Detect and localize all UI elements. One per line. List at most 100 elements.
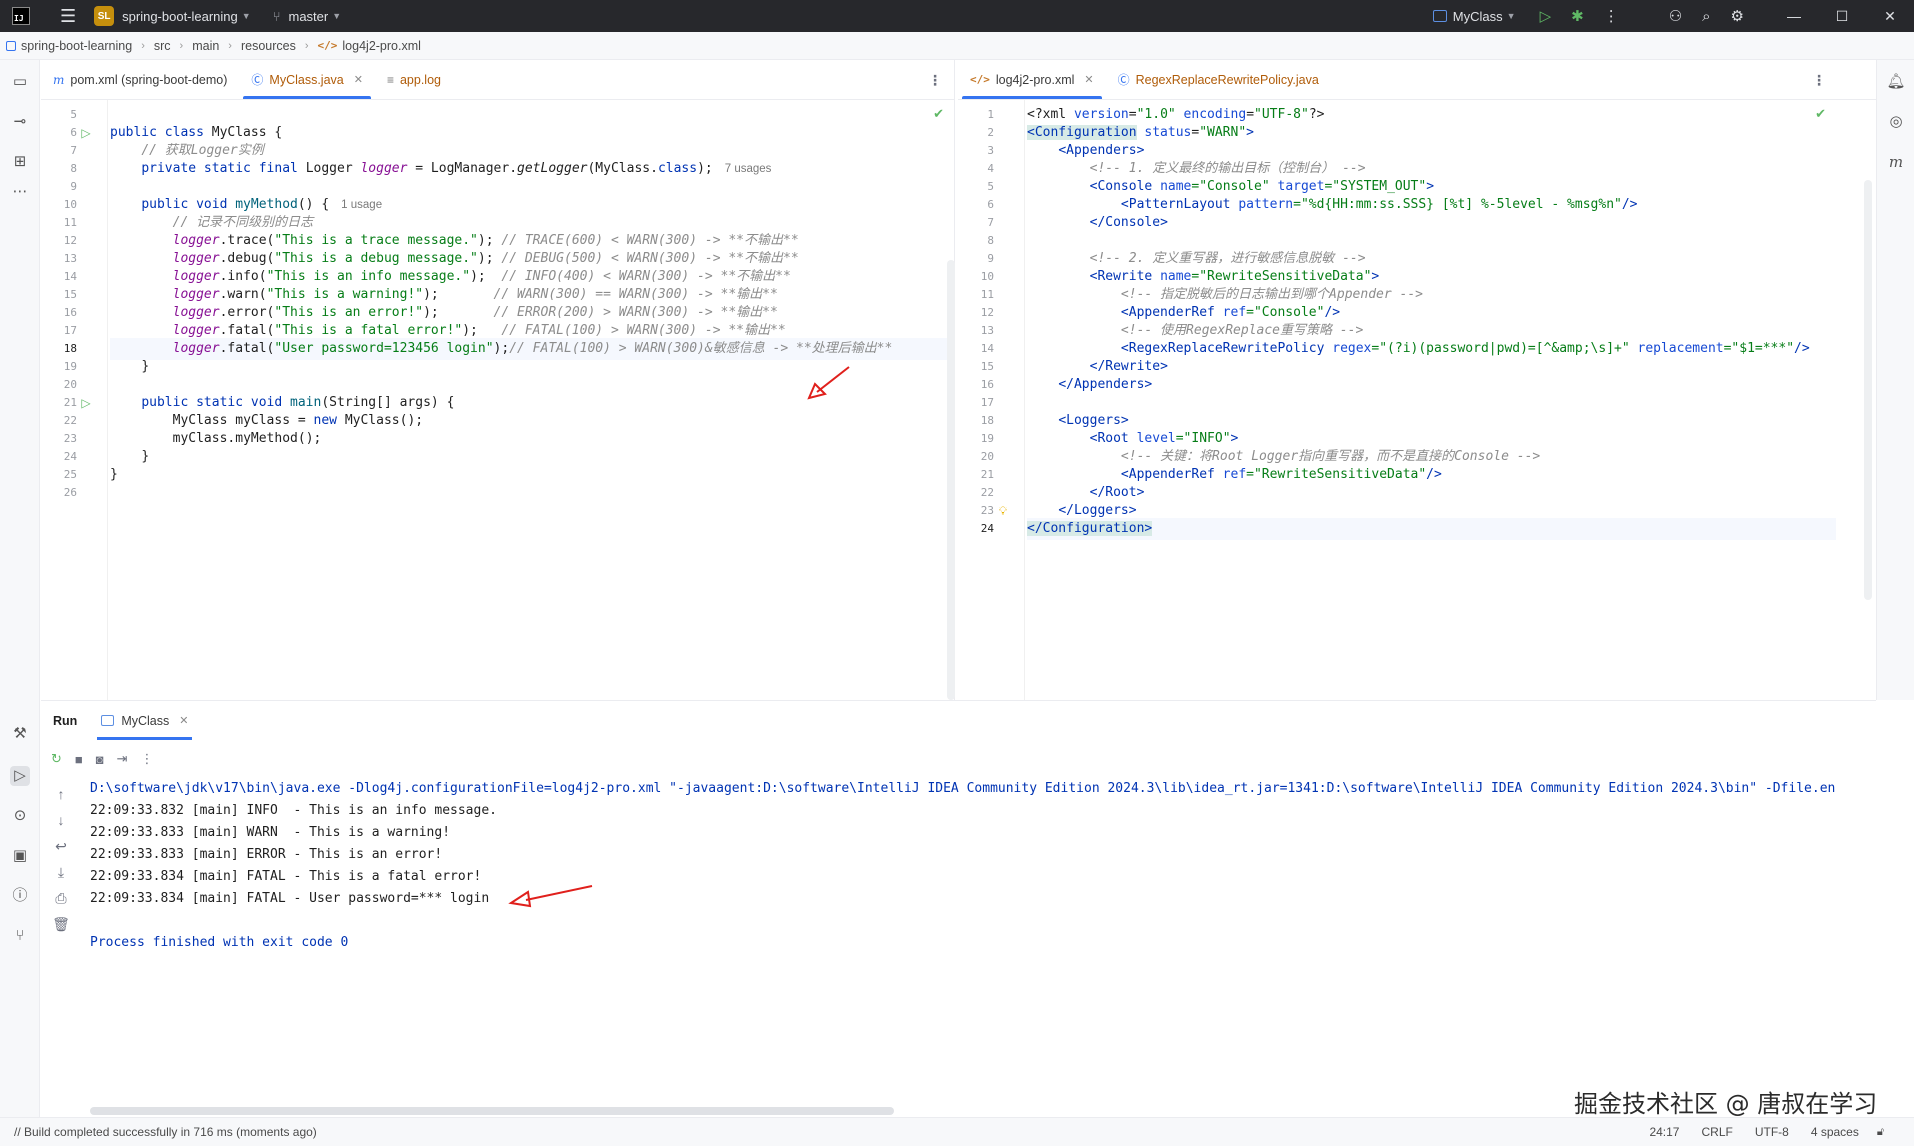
code-comment: // 获取Logger实例 <box>141 143 264 158</box>
more-actions-icon[interactable]: ⋮ <box>141 751 154 767</box>
stop-icon[interactable]: ■ <box>75 752 83 767</box>
console-line: 22:09:33.834 [main] FATAL - User passwor… <box>90 891 490 906</box>
lightbulb-icon[interactable]: 💡︎ <box>996 500 1010 522</box>
close-tab-icon[interactable]: ✕ <box>354 73 363 86</box>
camera-icon[interactable]: ◙ <box>96 752 104 767</box>
rerun-icon[interactable]: ↻ <box>51 751 62 767</box>
run-icon[interactable]: ▷ <box>1540 7 1552 25</box>
debug-icon[interactable]: ✱ <box>1571 7 1584 25</box>
code-editor-right[interactable]: <?xml version="1.0" encoding="UTF-8"?> <… <box>1027 100 1836 700</box>
tab-app-log[interactable]: ≡ app.log <box>375 60 453 99</box>
more-actions-icon[interactable]: ⋮ <box>1604 7 1619 25</box>
xml-value: "WARN" <box>1199 125 1247 140</box>
git-icon[interactable]: ⑂ <box>10 926 30 946</box>
xml-tag: </Rewrite> <box>1089 359 1168 374</box>
run-config-selector[interactable]: MyClass <box>1453 9 1503 24</box>
xml-tag: > <box>1426 179 1435 194</box>
xml-attr: replacement <box>1629 341 1724 356</box>
scroll-up-icon[interactable]: ↑ <box>51 786 71 802</box>
title-bar: IJ ☰ SL spring-boot-learning ▼ ⑂ master … <box>0 0 1914 32</box>
usages-hint[interactable]: 7 usages <box>725 163 772 175</box>
soft-wrap-icon[interactable]: ↩ <box>51 838 71 855</box>
build-status-message[interactable]: // Build completed successfully in 716 m… <box>14 1125 317 1139</box>
run-config-icon <box>101 715 115 726</box>
close-tab-icon[interactable]: ✕ <box>1084 73 1093 86</box>
chevron-down-icon[interactable]: ▼ <box>1507 11 1516 21</box>
restore-layout-icon[interactable]: ⇥ <box>117 751 128 767</box>
lock-icon[interactable]: 🔓︎ <box>1877 1126 1884 1139</box>
chevron-down-icon[interactable]: ▼ <box>332 11 341 21</box>
project-folder-icon[interactable]: ▭ <box>10 72 30 92</box>
close-tab-icon[interactable]: ✕ <box>179 714 188 727</box>
xml-comment: <!-- 2. 定义重写器，进行敏感信息脱敏 --> <box>1089 251 1366 266</box>
breadcrumb-item[interactable]: src <box>154 39 171 53</box>
close-window-icon[interactable]: ✕ <box>1866 8 1914 25</box>
code-keyword: class <box>657 161 698 176</box>
terminal-icon[interactable]: ▣ <box>10 846 30 866</box>
console-output[interactable]: D:\software\jdk\v17\bin\java.exe -Dlog4j… <box>90 778 1874 1108</box>
print-icon[interactable]: ⎙ <box>51 890 71 907</box>
code-text: } <box>141 449 150 464</box>
notifications-bell-icon[interactable]: 🔔︎ <box>1886 72 1906 92</box>
minimize-window-icon[interactable]: — <box>1770 8 1818 24</box>
run-tab-label: MyClass <box>121 713 170 728</box>
caret-position[interactable]: 24:17 <box>1649 1125 1679 1139</box>
code-text: = LogManager. <box>407 161 518 176</box>
project-badge[interactable]: SL <box>94 6 115 26</box>
tab-myclass-java[interactable]: Ⓒ MyClass.java ✕ <box>239 60 375 99</box>
problems-icon[interactable]: ⓘ <box>10 886 30 906</box>
breadcrumb-item[interactable]: main <box>192 39 219 53</box>
code-editor-left[interactable]: public class MyClass { // 获取Logger实例 pri… <box>110 100 954 700</box>
vertical-scrollbar[interactable] <box>947 260 955 700</box>
run-gutter-icon[interactable]: ▷ <box>79 392 93 414</box>
file-encoding[interactable]: UTF-8 <box>1755 1125 1789 1139</box>
tab-pom-xml[interactable]: m pom.xml (spring-boot-demo) <box>41 60 239 99</box>
indent-setting[interactable]: 4 spaces <box>1811 1125 1859 1139</box>
code-field: logger <box>172 233 220 248</box>
main-menu-icon[interactable]: ☰ <box>60 6 76 27</box>
vertical-scrollbar[interactable] <box>1864 180 1872 600</box>
xml-value: ="(?i)(password|pwd)=[^&amp;\s]+" <box>1371 341 1630 356</box>
xml-value: ="Console" <box>1191 179 1270 194</box>
xml-value: "1.0" <box>1136 107 1176 122</box>
console-line: 22:09:33.834 [main] FATAL - This is a fa… <box>90 869 482 884</box>
commit-icon[interactable]: ⊸ <box>10 112 30 132</box>
settings-gear-icon[interactable]: ⚙ <box>1731 7 1744 25</box>
code-method: myMethod <box>235 431 298 446</box>
usages-hint[interactable]: 1 usage <box>341 199 382 211</box>
branch-name[interactable]: master <box>289 9 329 24</box>
tab-regexreplace-java[interactable]: Ⓒ RegexReplaceRewritePolicy.java <box>1106 60 1331 99</box>
horizontal-scrollbar[interactable] <box>90 1107 894 1115</box>
scroll-to-end-icon[interactable]: ⤓ <box>51 864 71 881</box>
project-name[interactable]: spring-boot-learning <box>122 9 238 24</box>
chevron-down-icon[interactable]: ▼ <box>242 11 251 21</box>
more-tools-icon[interactable]: ⋯ <box>10 182 30 202</box>
code-text: MyClass { <box>211 125 283 140</box>
search-icon[interactable]: ⌕ <box>1702 8 1710 25</box>
run-tool-icon[interactable]: ▷ <box>10 766 30 786</box>
breadcrumb-separator-icon: › <box>304 39 309 52</box>
tabs-more-icon[interactable]: ⋮ <box>1812 72 1826 89</box>
trash-icon[interactable]: 🗑︎ <box>51 916 71 933</box>
add-user-icon[interactable]: ⚇ <box>1669 7 1682 25</box>
breadcrumb-item[interactable]: resources <box>241 39 296 53</box>
services-icon[interactable]: ⊙ <box>10 806 30 826</box>
line-ending[interactable]: CRLF <box>1701 1125 1732 1139</box>
breadcrumb-item[interactable]: log4j2-pro.xml <box>342 39 421 53</box>
breadcrumb-item[interactable]: spring-boot-learning <box>21 39 132 53</box>
intellij-logo-icon[interactable]: IJ <box>12 7 30 25</box>
run-tab-myclass[interactable]: MyClass ✕ <box>89 701 200 740</box>
scroll-down-icon[interactable]: ↓ <box>51 812 71 828</box>
tab-log4j2-pro-xml[interactable]: </> log4j2-pro.xml ✕ <box>958 60 1106 99</box>
tabs-more-icon[interactable]: ⋮ <box>928 72 942 89</box>
console-line: 22:09:33.833 [main] WARN - This is a war… <box>90 825 451 840</box>
run-gutter-icon[interactable]: ▷ <box>79 122 93 144</box>
run-toolbar: ↻ ■ ◙ ⇥ ⋮ <box>41 740 1876 778</box>
maven-icon[interactable]: m <box>1886 152 1906 172</box>
structure-icon[interactable]: ⊞ <box>10 152 30 172</box>
xml-value: ="Console" <box>1246 305 1325 320</box>
tab-label: pom.xml (spring-boot-demo) <box>70 72 228 87</box>
ai-assistant-icon[interactable]: ◎ <box>1886 112 1906 132</box>
build-hammer-icon[interactable]: ⚒ <box>10 724 30 744</box>
maximize-window-icon[interactable]: ☐ <box>1818 8 1866 25</box>
